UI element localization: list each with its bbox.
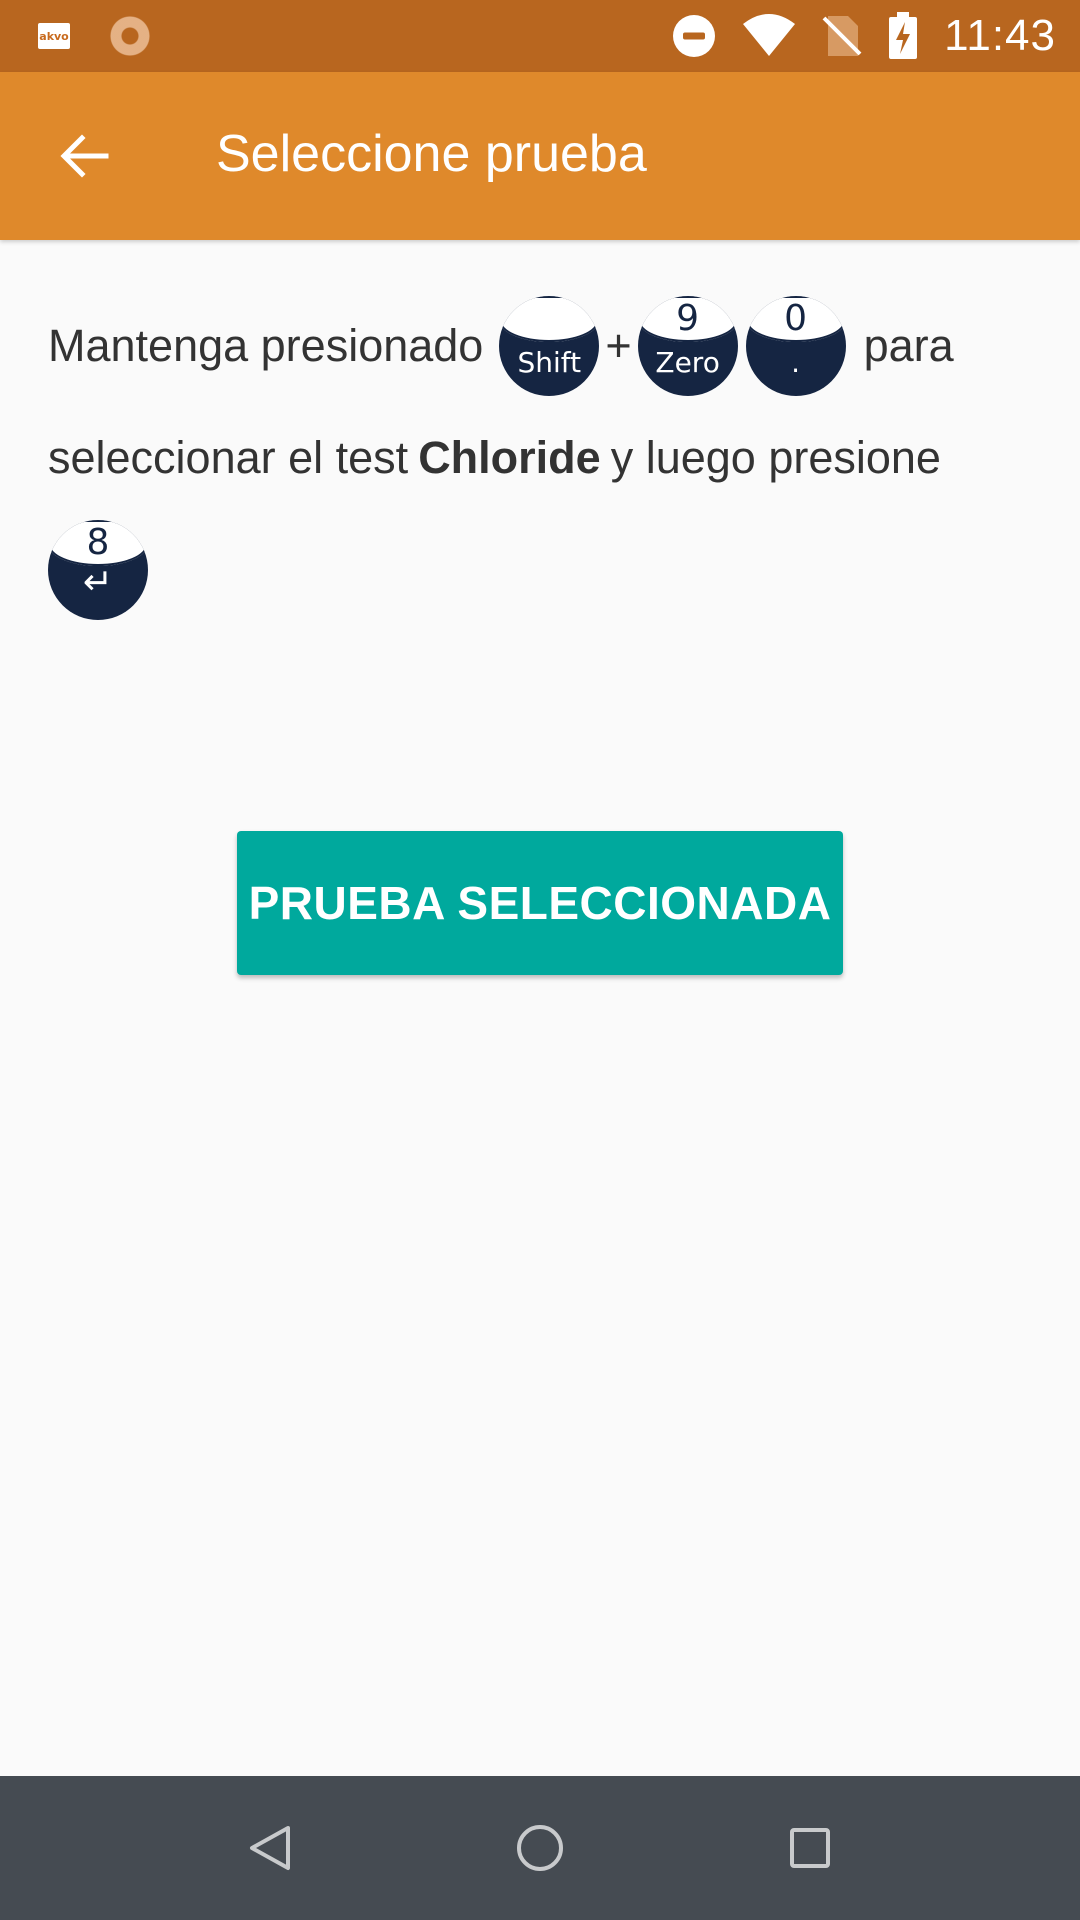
page-title: Seleccione prueba — [216, 125, 647, 183]
nine-key-label: 9 — [676, 298, 700, 339]
nine-zero-key-icon: 9 Zero — [637, 296, 738, 396]
loading-spinner-icon — [110, 16, 150, 56]
eight-key-label: 8 — [86, 522, 110, 563]
zero-dot-key-icon: 0 . — [745, 296, 846, 396]
dot-key-label: . — [791, 346, 801, 379]
instruction-text-para: para — [863, 320, 954, 371]
shift-key-icon: Shift — [499, 296, 600, 396]
instruction-line-1: Mantenga presionado Shift + 9 Zero 0 . p… — [48, 290, 1008, 402]
arrow-back-icon — [60, 134, 109, 178]
key-cap — [499, 296, 600, 342]
enter-key-icon: 8 ↵ — [48, 520, 148, 620]
app-bar: Seleccione prueba — [0, 72, 1080, 240]
clock-time: 11:43 — [944, 11, 1056, 60]
nav-recents-button[interactable] — [774, 1812, 846, 1884]
wifi-icon — [742, 14, 796, 58]
recents-square-icon — [790, 1828, 830, 1868]
instruction-line-2: seleccionar el test Chloride y luego pre… — [48, 402, 1008, 514]
instruction-text-then-press: y luego presione — [610, 432, 941, 483]
status-bar: akvo 11:43 — [0, 0, 1080, 72]
home-circle-icon — [517, 1825, 563, 1871]
navigation-bar — [0, 1776, 1080, 1920]
instructions: Mantenga presionado Shift + 9 Zero 0 . p… — [48, 290, 1008, 626]
do-not-disturb-icon — [672, 14, 716, 58]
back-button[interactable] — [44, 116, 124, 196]
zero-key-top-label: 0 — [784, 298, 808, 339]
plus-sign: + — [605, 320, 632, 371]
instruction-line-3: 8 ↵ — [48, 514, 1008, 626]
shift-key-label: Shift — [517, 346, 582, 379]
instruction-text-hold: Mantenga presionado — [48, 320, 484, 371]
zero-key-label: Zero — [655, 346, 720, 379]
nav-home-button[interactable] — [504, 1812, 576, 1884]
status-bar-left: akvo — [38, 16, 150, 56]
test-name: Chloride — [418, 432, 601, 483]
nav-back-button[interactable] — [234, 1812, 306, 1884]
enter-key-label: ↵ — [82, 562, 114, 603]
no-sim-icon — [822, 14, 862, 58]
instruction-text-select: seleccionar el test — [48, 432, 409, 483]
test-selected-button[interactable]: PRUEBA SELECCIONADA — [237, 831, 843, 975]
back-triangle-icon — [250, 1826, 290, 1870]
status-bar-right: 11:43 — [672, 0, 1056, 72]
battery-charging-icon — [888, 12, 918, 60]
akvo-app-icon: akvo — [38, 23, 70, 49]
